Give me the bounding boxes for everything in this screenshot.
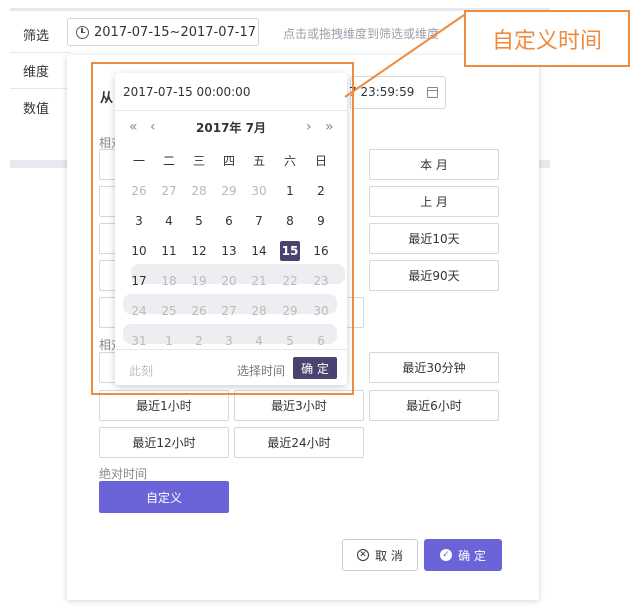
annotation-connector [344,14,465,98]
annotation-label: 自定义时间 [464,10,630,67]
